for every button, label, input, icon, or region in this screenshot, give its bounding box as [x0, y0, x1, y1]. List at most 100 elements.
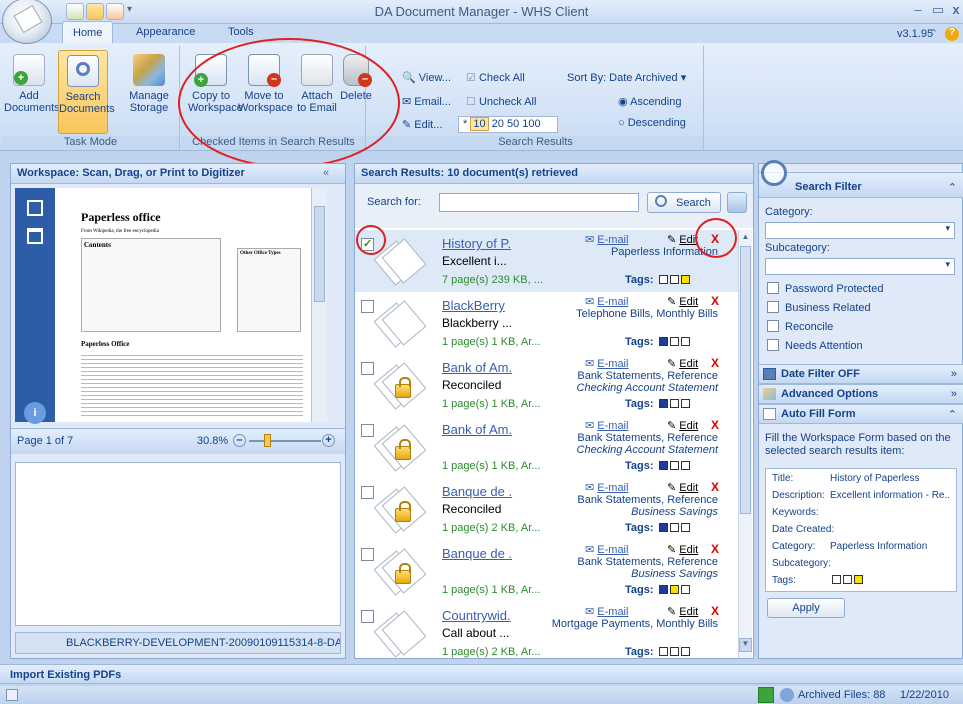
page-size-10[interactable]: 10	[470, 117, 489, 131]
result-title[interactable]: Bank of Am.	[442, 360, 512, 375]
reconcile-checkbox[interactable]: Reconcile	[767, 320, 833, 338]
zoom-in-icon[interactable]: +	[322, 434, 335, 447]
fit-page-icon[interactable]	[27, 200, 43, 216]
category-select[interactable]: ▾	[765, 222, 955, 239]
tag-icon[interactable]	[680, 647, 690, 656]
tag-icon[interactable]	[680, 399, 690, 408]
result-checkbox[interactable]	[361, 548, 374, 561]
view-button[interactable]: 🔍 View...	[402, 71, 451, 87]
workspace-file-tab[interactable]: BLACKBERRY-DEVELOPMENT-20090109115314-8-…	[15, 632, 341, 654]
expand-icon[interactable]: »	[951, 368, 957, 380]
zoom-slider[interactable]: – +	[233, 433, 337, 449]
help-icon[interactable]: ?	[945, 27, 959, 41]
result-item[interactable]: Banque de . 1 page(s) 1 KB, Ar... ✉ E-mail…	[355, 540, 741, 604]
result-checkbox[interactable]	[361, 424, 374, 437]
collapse-left-icon[interactable]: «	[323, 167, 329, 179]
result-title[interactable]: Banque de .	[442, 546, 512, 561]
tag-icon[interactable]	[680, 523, 690, 532]
email-link[interactable]: ✉ E-mail	[585, 605, 628, 618]
result-item[interactable]: ✓ History of P. Excellent i... 7 page(s) 23…	[355, 230, 741, 294]
result-checkbox[interactable]	[361, 362, 374, 375]
search-input[interactable]	[439, 193, 639, 212]
descending-radio[interactable]: ○ Descending	[618, 117, 686, 133]
tag-icon[interactable]	[658, 275, 668, 284]
uncheck-all-button[interactable]: ☐ Uncheck All	[466, 95, 536, 111]
result-title[interactable]: History of P.	[442, 236, 511, 251]
sort-by-dropdown[interactable]: Sort By: Date Archived ▾	[567, 71, 686, 87]
document-thumbnail[interactable]	[373, 298, 427, 350]
collapse-ribbon-icon[interactable]: ⌃	[929, 27, 938, 40]
tag-icon[interactable]	[669, 337, 679, 346]
tag-icon[interactable]	[669, 461, 679, 470]
page-size-50[interactable]: 50	[507, 118, 519, 130]
result-title[interactable]: BlackBerry	[442, 298, 505, 313]
edit-link[interactable]: ✎ Edit	[667, 481, 698, 494]
edit-link[interactable]: ✎ Edit	[667, 357, 698, 370]
scroll-up-icon[interactable]: ▲	[740, 232, 751, 244]
expand-icon[interactable]: »	[951, 388, 957, 400]
minimize-button[interactable]: –	[908, 2, 928, 20]
clear-search-icon[interactable]	[727, 192, 747, 213]
advanced-options-header[interactable]: Advanced Options »	[759, 384, 963, 404]
auto-fill-header[interactable]: Auto Fill Form ⌃	[759, 404, 963, 424]
edit-link[interactable]: ✎ Edit	[667, 543, 698, 556]
needs-attention-checkbox[interactable]: Needs Attention	[767, 339, 863, 357]
subcategory-select[interactable]: ▾	[765, 258, 955, 275]
zoom-out-icon[interactable]: –	[233, 434, 246, 447]
result-checkbox[interactable]	[361, 610, 374, 623]
email-link[interactable]: ✉ E-mail	[585, 295, 628, 308]
email-link[interactable]: ✉ E-mail	[585, 419, 628, 432]
document-thumbnail[interactable]	[373, 484, 427, 536]
business-related-checkbox[interactable]: Business Related	[767, 301, 871, 319]
edit-link[interactable]: ✎ Edit	[667, 233, 698, 246]
tag-icon[interactable]	[669, 275, 679, 284]
tag-icon[interactable]	[680, 585, 690, 594]
result-item[interactable]: Banque de . Reconciled 1 page(s) 2 KB, Ar.…	[355, 478, 741, 542]
tag-icon[interactable]	[658, 399, 668, 408]
application-menu-button[interactable]	[2, 0, 52, 44]
add-documents-button[interactable]: + Add Documents	[4, 54, 60, 134]
result-item[interactable]: Bank of Am. Reconciled 1 page(s) 1 KB, Ar.…	[355, 354, 741, 418]
edit-link[interactable]: ✎ Edit	[667, 295, 698, 308]
apply-button[interactable]: Apply	[767, 598, 845, 618]
document-thumbnail[interactable]	[373, 422, 427, 474]
tag-icon[interactable]	[658, 647, 668, 656]
results-scroll-thumb[interactable]	[740, 246, 751, 514]
collapse-icon[interactable]: ⌃	[948, 181, 957, 194]
tab-appearance[interactable]: Appearance	[126, 21, 205, 43]
delete-result-button[interactable]: X	[711, 294, 719, 308]
result-checkbox[interactable]	[361, 300, 374, 313]
results-scrollbar[interactable]: ▲ ▼	[738, 230, 752, 658]
info-icon[interactable]: i	[24, 402, 46, 424]
maximize-button[interactable]: ▭	[928, 2, 948, 20]
tag-icon[interactable]	[680, 461, 690, 470]
manage-storage-button[interactable]: Manage Storage	[124, 54, 174, 134]
collapse-icon[interactable]: ⌃	[948, 408, 957, 421]
tag-icon[interactable]	[658, 337, 668, 346]
scroll-down-icon[interactable]: ▼	[739, 638, 752, 652]
edit-button[interactable]: ✎ Edit...	[402, 118, 442, 134]
result-item[interactable]: Countrywid. Call about ... 1 page(s) 2 KB,…	[355, 602, 741, 658]
edit-link[interactable]: ✎ Edit	[667, 605, 698, 618]
list-icon[interactable]	[6, 689, 18, 701]
delete-result-button[interactable]: X	[711, 418, 719, 432]
result-item[interactable]: BlackBerry Blackberry ... 1 page(s) 1 KB, …	[355, 292, 741, 356]
email-link[interactable]: ✉ E-mail	[585, 233, 628, 246]
tag-icon[interactable]	[658, 461, 668, 470]
document-thumbnail[interactable]	[373, 360, 427, 412]
tag-icon[interactable]	[669, 585, 679, 594]
delete-result-button[interactable]: X	[711, 480, 719, 494]
search-documents-button[interactable]: Search Documents	[58, 50, 115, 134]
tag-icon[interactable]	[680, 275, 690, 284]
delete-result-button[interactable]: X	[711, 356, 719, 370]
tag-icon[interactable]	[669, 647, 679, 656]
result-checkbox[interactable]	[361, 486, 374, 499]
tag-icon[interactable]	[658, 585, 668, 594]
close-window-button[interactable]: x	[946, 2, 963, 20]
search-filter-header[interactable]: Search Filter ⌃	[759, 172, 963, 198]
result-title[interactable]: Banque de .	[442, 484, 512, 499]
document-thumbnail[interactable]	[373, 546, 427, 598]
document-thumbnail[interactable]	[373, 608, 427, 658]
home-icon[interactable]	[758, 687, 774, 703]
email-link[interactable]: ✉ E-mail	[585, 357, 628, 370]
